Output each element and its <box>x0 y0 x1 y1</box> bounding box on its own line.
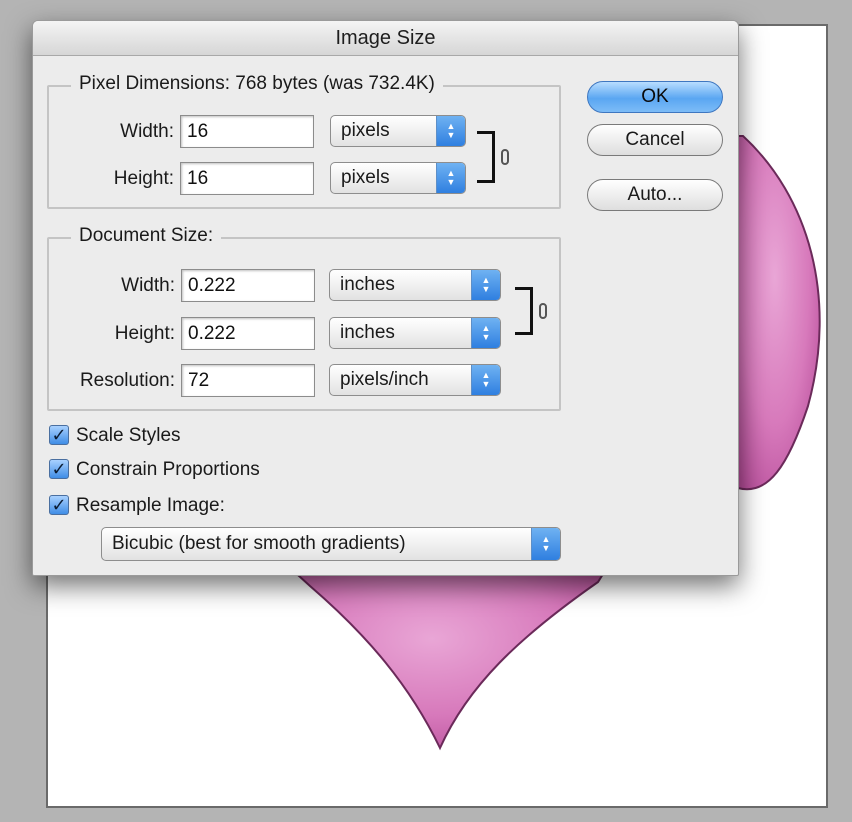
document-size-group: Document Size: Width: 0.222 inches ▲ ▼ He… <box>47 225 561 411</box>
doc-height-unit-value: inches <box>340 322 395 343</box>
resolution-input[interactable]: 72 <box>181 364 315 397</box>
pixel-dimensions-title: Pixel Dimensions: 768 bytes (was 732.4K) <box>71 73 443 95</box>
dialog-title: Image Size <box>33 21 738 56</box>
doc-width-unit-value: inches <box>340 274 395 295</box>
doc-width-unit-select[interactable]: inches ▲ ▼ <box>329 269 501 301</box>
pixel-dimensions-group: Pixel Dimensions: 768 bytes (was 732.4K)… <box>47 73 561 209</box>
doc-width-label: Width: <box>121 275 175 296</box>
image-size-dialog: Image Size Pixel Dimensions: 768 bytes (… <box>32 20 739 576</box>
cancel-button[interactable]: Cancel <box>587 124 723 156</box>
resolution-row: Resolution: 72 pixels/inch ▲ ▼ <box>49 364 559 398</box>
updown-arrows-icon: ▲ ▼ <box>436 163 465 193</box>
updown-arrows-icon: ▲ ▼ <box>471 365 500 395</box>
resolution-unit-select[interactable]: pixels/inch ▲ ▼ <box>329 364 501 396</box>
pixel-width-input[interactable]: 16 <box>180 115 314 148</box>
doc-height-unit-select[interactable]: inches ▲ ▼ <box>329 317 501 349</box>
pixel-height-unit-select[interactable]: pixels ▲ ▼ <box>330 162 466 194</box>
resample-method-select[interactable]: Bicubic (best for smooth gradients) ▲ ▼ <box>101 527 561 561</box>
checkmark-icon[interactable]: ✓ <box>49 459 69 479</box>
auto-button[interactable]: Auto... <box>587 179 723 211</box>
updown-arrows-icon: ▲ ▼ <box>531 528 560 560</box>
doc-height-row: Height: 0.222 inches ▲ ▼ <box>49 317 559 351</box>
updown-arrows-icon: ▲ ▼ <box>471 318 500 348</box>
pixel-width-label: Width: <box>120 121 174 142</box>
document-size-title: Document Size: <box>71 225 222 247</box>
resolution-unit-value: pixels/inch <box>340 369 429 390</box>
updown-arrows-icon: ▲ ▼ <box>471 270 500 300</box>
updown-arrows-icon: ▲ ▼ <box>436 116 465 146</box>
checkmark-icon[interactable]: ✓ <box>49 495 69 515</box>
photoshop-workspace: Image Size Pixel Dimensions: 768 bytes (… <box>0 0 852 822</box>
checkmark-icon[interactable]: ✓ <box>49 425 69 445</box>
resolution-label: Resolution: <box>79 370 175 391</box>
pixel-height-unit-value: pixels <box>341 167 390 188</box>
doc-width-row: Width: 0.222 inches ▲ ▼ <box>49 269 559 303</box>
pixel-width-unit-value: pixels <box>341 120 390 141</box>
resample-method-value: Bicubic (best for smooth gradients) <box>112 533 406 554</box>
scale-styles-label: Scale Styles <box>76 425 181 446</box>
doc-height-label: Height: <box>114 323 175 344</box>
resample-image-label: Resample Image: <box>76 495 225 516</box>
constrain-proportions-label: Constrain Proportions <box>76 459 260 480</box>
pixel-width-unit-select[interactable]: pixels ▲ ▼ <box>330 115 466 147</box>
ok-button[interactable]: OK <box>587 81 723 113</box>
doc-height-input[interactable]: 0.222 <box>181 317 315 350</box>
pixel-height-input[interactable]: 16 <box>180 162 314 195</box>
doc-width-input[interactable]: 0.222 <box>181 269 315 302</box>
pixel-height-label: Height: <box>113 168 174 189</box>
pixel-constrain-bracket <box>477 131 495 183</box>
chain-link-icon <box>539 303 547 319</box>
document-constrain-bracket <box>515 287 533 335</box>
chain-link-icon <box>501 149 509 165</box>
